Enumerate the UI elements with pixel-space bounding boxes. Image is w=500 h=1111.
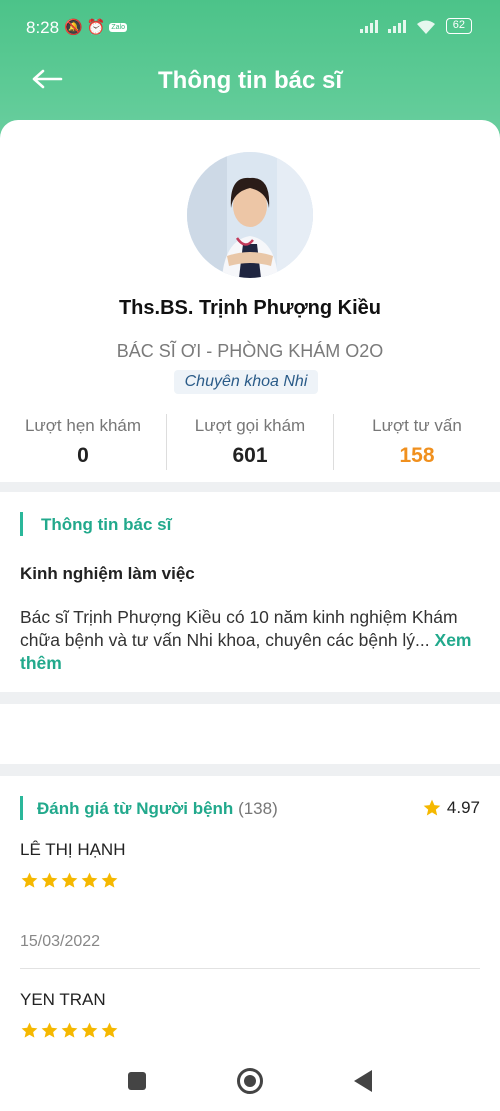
experience-heading: Kinh nghiệm làm việc: [20, 564, 195, 583]
status-bar: 8:28 🔕⏰ Zalo 62: [0, 0, 500, 56]
battery-icon: 62: [445, 18, 472, 34]
nav-back-icon[interactable]: [354, 1070, 372, 1092]
star-icon: [101, 872, 118, 888]
stat-appointments: Lượt hẹn khám 0: [0, 416, 166, 468]
review-date: 15/03/2022: [20, 933, 101, 950]
review-stars: [20, 871, 119, 890]
star-icon: [21, 872, 38, 888]
doctor-clinic: BÁC SĨ ƠI - PHÒNG KHÁM O2O: [116, 341, 384, 361]
status-time: 8:28: [26, 18, 60, 37]
stat-calls: Lượt gọi khám 601: [167, 416, 333, 468]
stat-value: 0: [77, 444, 89, 467]
star-icon: [101, 1022, 118, 1038]
experience-description: Bác sĩ Trịnh Phượng Kiều có 10 năm kinh …: [20, 607, 458, 650]
star-icon: [41, 872, 58, 888]
nav-home-icon[interactable]: [237, 1068, 263, 1094]
stat-value: 601: [232, 444, 268, 467]
stat-label: Lượt gọi khám: [194, 416, 306, 435]
wifi-icon: [416, 20, 435, 34]
star-icon: [423, 799, 441, 816]
section-accent-bar: [20, 512, 23, 536]
star-icon: [61, 1022, 78, 1038]
nav-recents-icon[interactable]: [128, 1072, 146, 1090]
zalo-icon: Zalo: [109, 23, 127, 32]
system-nav-bar: [0, 1050, 500, 1111]
doctor-avatar: [187, 152, 313, 278]
average-rating-value: 4.97: [446, 798, 480, 817]
review-count: (138): [238, 799, 278, 818]
stat-consultations: Lượt tư vấn 158: [334, 416, 500, 468]
reviewer-name: LÊ THỊ HẠNH: [20, 840, 126, 859]
average-rating: 4.97: [422, 798, 480, 818]
star-icon: [21, 1022, 38, 1038]
signal-icon: [359, 19, 378, 33]
signal-icon: [387, 19, 406, 33]
section-title: Thông tin bác sĩ: [41, 515, 172, 534]
review-stars: [20, 1021, 119, 1040]
stat-label: Lượt hẹn khám: [24, 416, 142, 435]
divider: [20, 968, 480, 969]
system-indicators: 62: [359, 18, 472, 34]
notification-icons: 🔕⏰ Zalo: [64, 19, 127, 36]
reviewer-name: YEN TRAN: [20, 990, 106, 1009]
star-icon: [61, 872, 78, 888]
specialty-badge: Chuyên khoa Nhi: [174, 370, 318, 394]
empty-panel: [0, 704, 500, 764]
star-icon: [81, 872, 98, 888]
stat-label: Lượt tư vấn: [372, 416, 462, 435]
page-title: Thông tin bác sĩ: [158, 67, 342, 94]
reviews-title: Đánh giá từ Người bệnh (138): [37, 799, 278, 819]
star-icon: [81, 1022, 98, 1038]
experience-text: Bác sĩ Trịnh Phượng Kiều có 10 năm kinh …: [20, 606, 482, 675]
section-accent-bar: [20, 796, 23, 820]
reviews-title-text: Đánh giá từ Người bệnh: [37, 799, 234, 818]
star-icon: [41, 1022, 58, 1038]
doctor-name: Ths.BS. Trịnh Phượng Kiều: [118, 297, 382, 319]
stat-value: 158: [399, 444, 435, 467]
